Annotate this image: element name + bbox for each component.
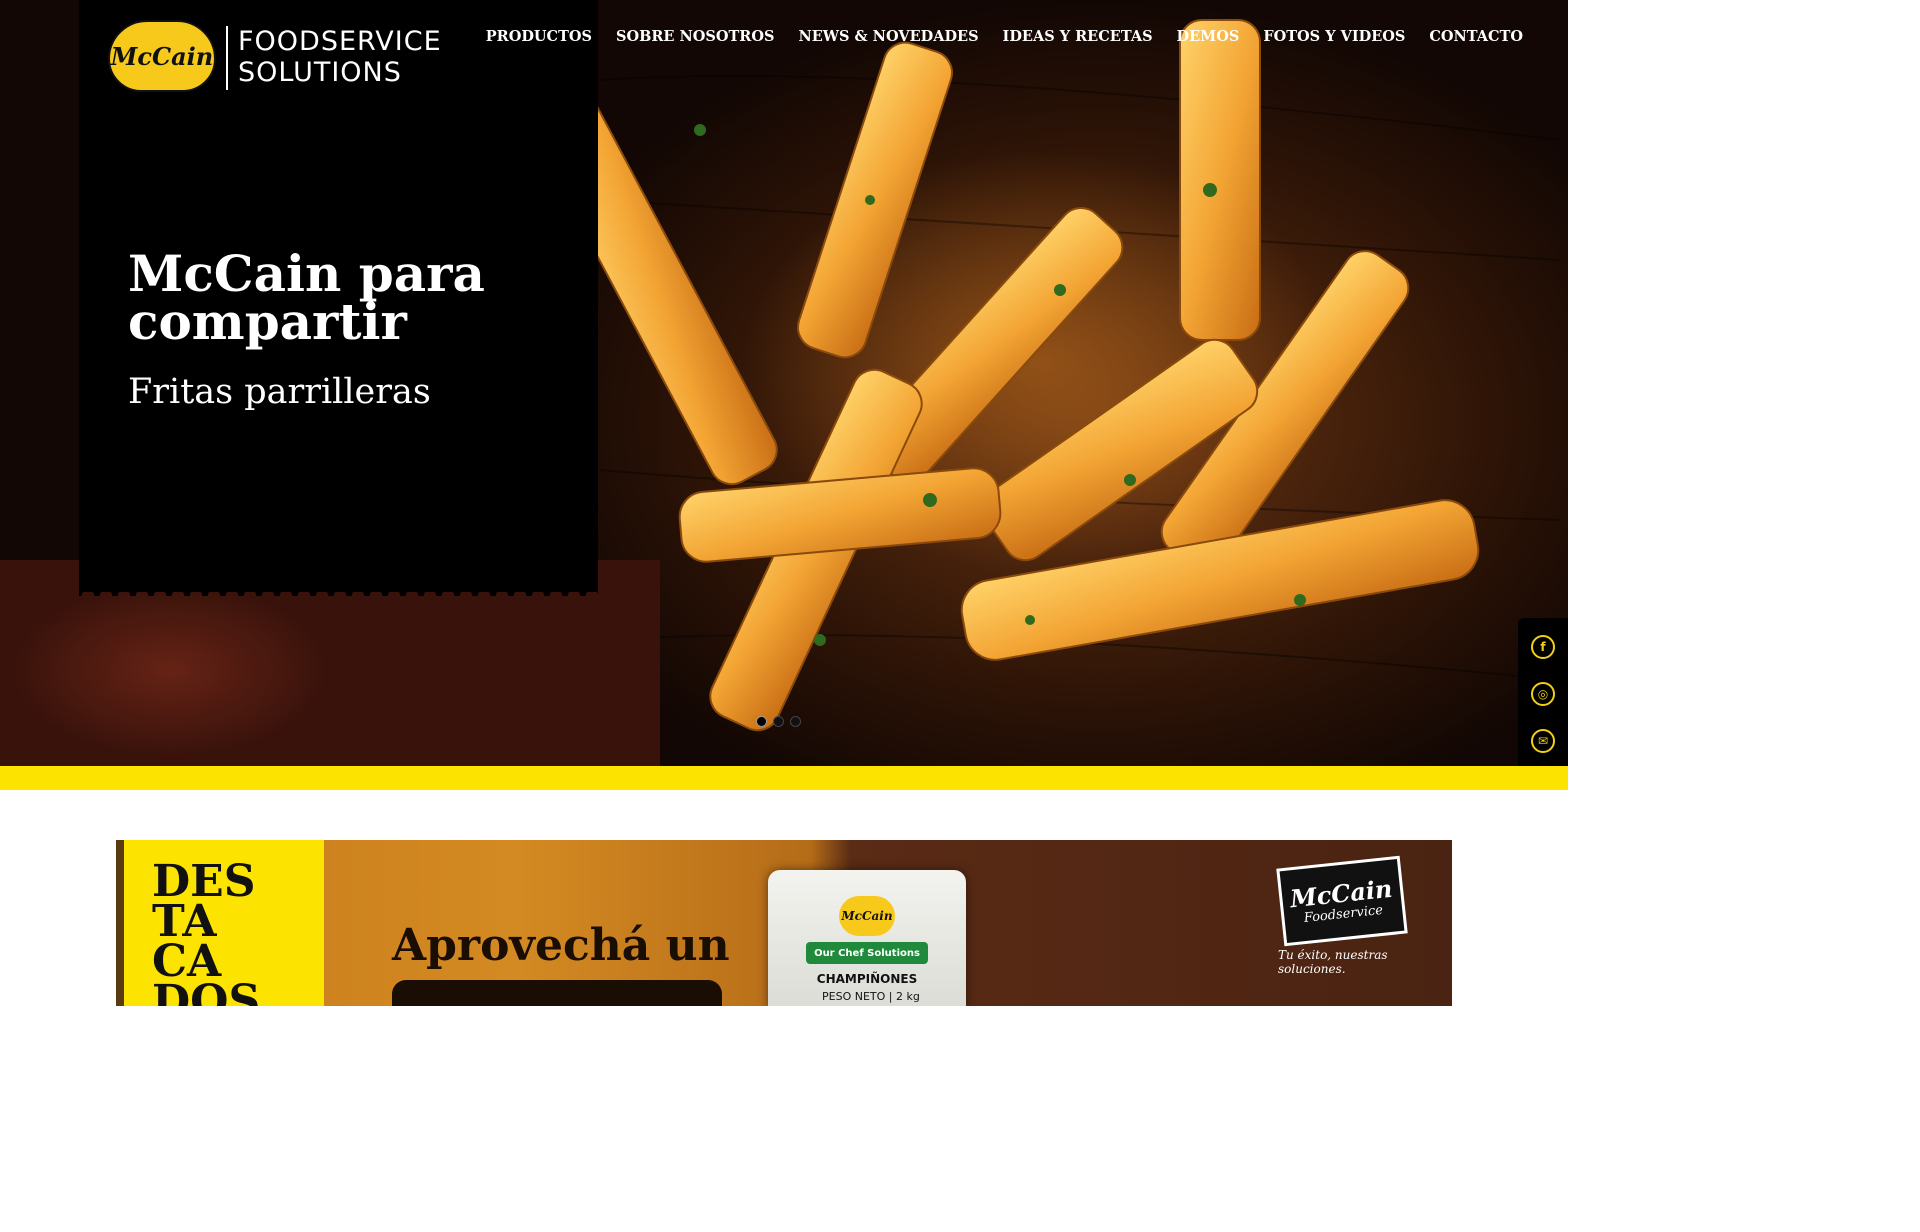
foodservice-tagline: Tu éxito, nuestras soluciones.	[1278, 948, 1388, 976]
facebook-icon[interactable]: f	[1531, 635, 1555, 660]
nav-sobre-nosotros[interactable]: SOBRE NOSOTROS	[604, 26, 786, 48]
social-bar: f ◎ ✉	[1518, 618, 1568, 770]
logo-wordmark: FOODSERVICE SOLUTIONS	[238, 26, 442, 88]
nav-news-novedades[interactable]: NEWS & NOVEDADES	[786, 26, 990, 48]
email-icon[interactable]: ✉	[1531, 728, 1555, 753]
yellow-divider-bar	[0, 766, 1568, 790]
nav-demos[interactable]: DEMOS	[1165, 26, 1252, 48]
panel-scalloped-edge	[79, 578, 598, 596]
nav-fotos-videos[interactable]: FOTOS Y VIDEOS	[1251, 26, 1417, 48]
hero-subtitle: Fritas parrilleras	[128, 372, 431, 412]
mccain-oval-logo: McCain	[108, 20, 216, 92]
promo-percentage-partial	[392, 980, 722, 1006]
featured-banner[interactable]: DES TA CA DOS Aprovechá un McCain Our Chef …	[116, 840, 1452, 1006]
nav-contacto[interactable]: CONTACTO	[1417, 26, 1535, 48]
package-line: Our Chef Solutions	[806, 942, 928, 964]
slider-dot-3[interactable]	[790, 716, 801, 727]
package-product: CHAMPIÑONES	[816, 972, 918, 986]
nav-productos[interactable]: PRODUCTOS	[474, 26, 604, 48]
mccain-foodservice-logo: McCain Foodservice	[1276, 855, 1408, 947]
logo-divider	[226, 26, 228, 90]
package-weight: PESO NETO | 2 kg	[822, 990, 920, 1003]
featured-label: DES TA CA DOS	[152, 856, 261, 1007]
package-logo: McCain	[839, 896, 895, 936]
promo-text: Aprovechá un	[392, 920, 730, 971]
slider-dot-1[interactable]	[756, 716, 767, 727]
slider-dot-2[interactable]	[773, 716, 784, 727]
champinones-package: McCain Our Chef Solutions CHAMPIÑONES PE…	[768, 870, 966, 1006]
slider-dots	[756, 716, 801, 727]
banner-stripe	[116, 840, 124, 1006]
main-nav: PRODUCTOS SOBRE NOSOTROS NEWS & NOVEDADE…	[474, 26, 1535, 48]
mccain-logo[interactable]: McCain FOODSERVICE SOLUTIONS	[108, 20, 468, 92]
nav-ideas-recetas[interactable]: IDEAS Y RECETAS	[991, 26, 1165, 48]
site-header: McCain FOODSERVICE SOLUTIONS PRODUCTOS S…	[0, 0, 1568, 100]
instagram-icon[interactable]: ◎	[1531, 681, 1555, 706]
hero-title: McCain para compartir	[128, 244, 485, 351]
